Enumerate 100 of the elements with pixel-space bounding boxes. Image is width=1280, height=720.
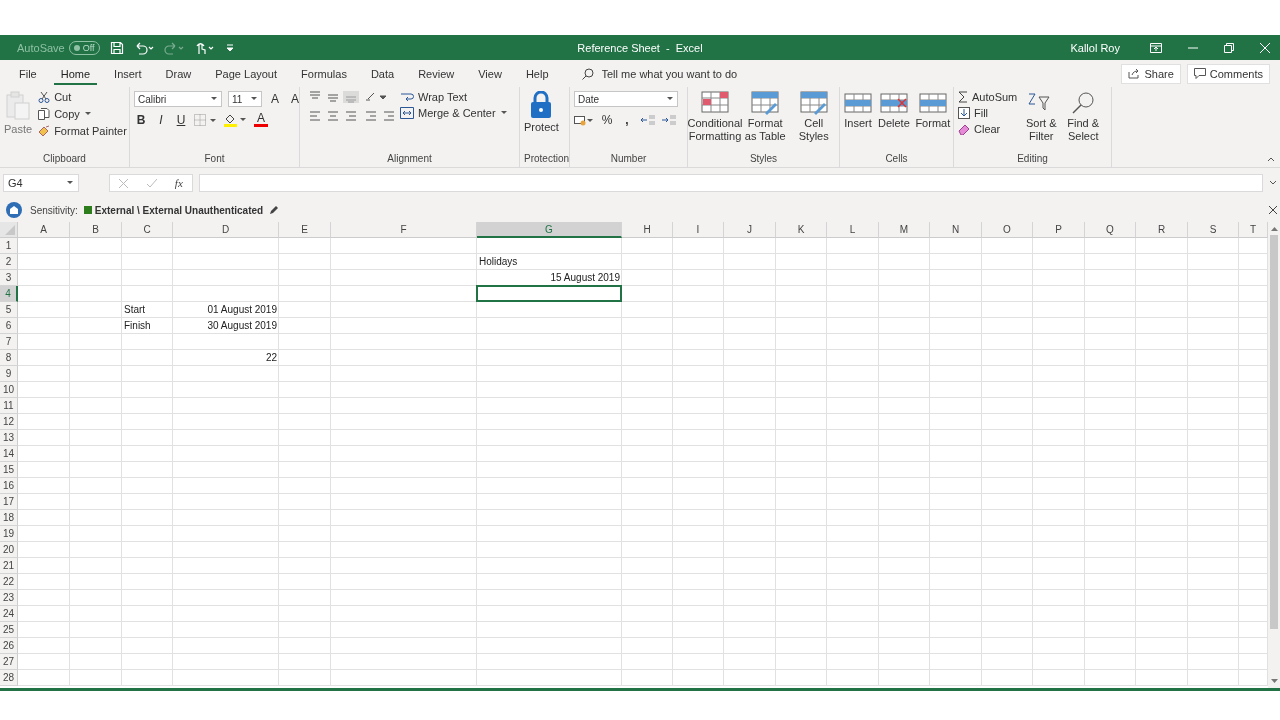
scrollbar-thumb[interactable] [1270,235,1278,629]
column-header[interactable]: C [122,222,173,238]
ribbon-tab[interactable]: Formulas [294,62,354,85]
row-header[interactable]: 4 [0,286,18,302]
row-header[interactable]: 11 [0,398,18,414]
column-header[interactable]: I [673,222,724,238]
column-header[interactable]: F [331,222,477,238]
column-header[interactable]: L [827,222,879,238]
row-header[interactable]: 21 [0,558,18,574]
comments-button[interactable]: Comments [1186,63,1270,84]
font-name-dropdown[interactable]: Calibri [134,91,222,107]
row-header[interactable]: 9 [0,366,18,382]
copy-button[interactable]: Copy [38,108,127,120]
column-header[interactable]: N [930,222,982,238]
column-header[interactable]: D [173,222,279,238]
ribbon-tab[interactable]: Help [518,62,556,85]
row-header[interactable]: 5 [0,302,18,318]
column-header[interactable]: M [879,222,930,238]
column-header[interactable]: S [1188,222,1239,238]
row-header[interactable]: 24 [0,606,18,622]
column-header[interactable]: E [279,222,331,238]
fill-color-icon[interactable] [224,113,248,127]
ribbon-display-icon[interactable] [1150,42,1162,53]
column-header[interactable]: A [18,222,70,238]
row-header[interactable]: 3 [0,270,18,286]
row-header[interactable]: 19 [0,526,18,542]
row-header[interactable]: 15 [0,462,18,478]
row-header[interactable]: 2 [0,254,18,270]
customize-toolbar-icon[interactable] [225,42,234,53]
column-header[interactable]: B [70,222,122,238]
wrap-text-button[interactable]: Wrap Text [400,91,508,103]
percent-button[interactable]: % [600,113,614,127]
cells-button[interactable]: Insert [844,91,872,129]
bold-button[interactable]: B [134,113,148,127]
user-name[interactable]: Kallol Roy [1070,41,1120,54]
column-header[interactable]: J [724,222,776,238]
scroll-down-icon[interactable] [1270,679,1278,684]
cut-button[interactable]: Cut [38,91,127,103]
increase-font-size-button[interactable]: A [268,92,282,106]
column-header[interactable]: T [1239,222,1268,238]
font-size-dropdown[interactable]: 11 [228,91,262,107]
cells-button[interactable]: Delete [878,91,910,129]
row-header[interactable]: 16 [0,478,18,494]
row-header[interactable]: 13 [0,430,18,446]
cells-button[interactable]: Format [915,91,950,129]
scroll-up-icon[interactable] [1270,226,1278,231]
pencil-icon[interactable] [269,205,280,215]
row-header[interactable]: 26 [0,638,18,654]
sensitivity-value[interactable]: External \ External Unauthenticated [94,204,264,216]
row-header[interactable]: 28 [0,670,18,686]
underline-button[interactable]: U [174,113,188,127]
row-header[interactable]: 7 [0,334,18,350]
italic-button[interactable]: I [154,113,168,127]
row-header[interactable]: 8 [0,350,18,366]
name-box[interactable]: G4 [3,174,79,192]
row-header[interactable]: 25 [0,622,18,638]
column-header[interactable]: P [1033,222,1085,238]
column-header[interactable]: G [477,222,622,238]
active-cell[interactable] [476,285,622,302]
row-header[interactable]: 1 [0,238,18,254]
row-header[interactable]: 17 [0,494,18,510]
row-header[interactable]: 10 [0,382,18,398]
styles-button[interactable]: Cell Styles [792,91,835,143]
close-icon[interactable] [1269,206,1277,214]
row-header[interactable]: 23 [0,590,18,606]
row-header[interactable]: 14 [0,446,18,462]
accounting-format-icon[interactable] [574,114,594,126]
row-header[interactable]: 18 [0,510,18,526]
borders-icon[interactable] [194,114,218,126]
column-header[interactable]: H [622,222,673,238]
protect-button[interactable]: Protect [524,91,559,133]
expand-formula-bar-icon[interactable] [1269,180,1277,186]
formula-input[interactable] [199,174,1263,192]
ribbon-tab[interactable]: Home [53,62,98,85]
fill-button[interactable]: Fill [958,107,1018,119]
find-select-button[interactable]: Find & Select [1065,91,1102,143]
sort-filter-button[interactable]: Sort & Filter [1023,91,1060,143]
font-color-button[interactable]: A [254,113,268,127]
merge-center-button[interactable]: Merge & Center [400,107,508,119]
clear-button[interactable]: Clear [958,123,1018,135]
ribbon-tab[interactable]: Draw [158,62,199,85]
column-header[interactable]: O [982,222,1033,238]
collapse-ribbon-icon[interactable] [1267,156,1275,162]
column-header[interactable]: Q [1085,222,1136,238]
tell-me-search[interactable]: Tell me what you want to do [581,67,782,80]
row-header[interactable]: 22 [0,574,18,590]
ribbon-tab[interactable]: Review [411,62,462,85]
ribbon-tab[interactable]: Insert [107,62,149,85]
decrease-font-size-button[interactable]: A [288,92,302,106]
comma-button[interactable]: , [620,113,634,127]
row-header[interactable]: 12 [0,414,18,430]
row-header[interactable]: 27 [0,654,18,670]
styles-button[interactable]: Format as Table [744,91,787,143]
row-header[interactable]: 20 [0,542,18,558]
number-format-dropdown[interactable]: Date [574,91,678,107]
restore-icon[interactable] [1224,42,1234,53]
ribbon-tab[interactable]: File [12,62,44,85]
ribbon-tab[interactable]: View [471,62,509,85]
share-button[interactable]: Share [1121,63,1181,84]
row-header[interactable]: 6 [0,318,18,334]
